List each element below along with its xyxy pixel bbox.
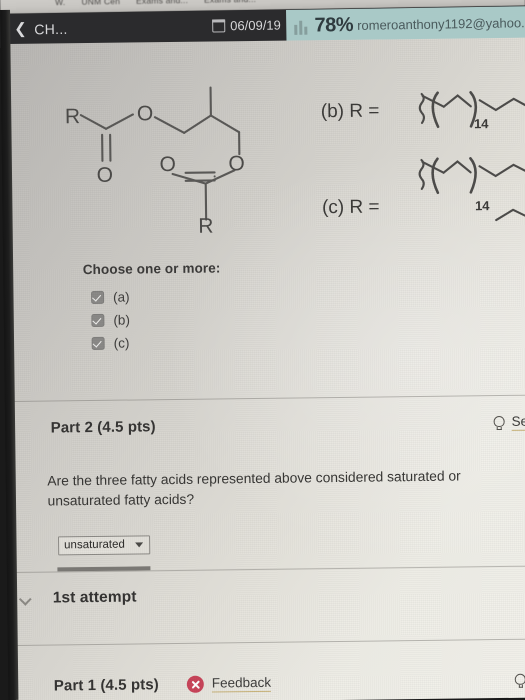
atom-label-O: O — [159, 153, 176, 176]
part-1-header: Part 1 (4.5 pts) Feedback See H — [16, 672, 525, 695]
chemical-structure-figure: R O O O O R (b) R = (c) R = 14 14 — [65, 86, 525, 238]
due-date-label: 06/09/19 — [230, 17, 281, 34]
chevron-down-icon[interactable] — [21, 593, 32, 604]
section-divider — [12, 394, 525, 402]
structure-c-subscript: 14 — [475, 198, 490, 213]
structure-b-label: (b) R = — [321, 100, 380, 122]
checkbox-label: (a) — [113, 289, 130, 305]
part-1-see-hint[interactable]: See H — [515, 671, 525, 689]
checkbox-option-a[interactable]: (a) — [91, 286, 130, 309]
section-divider — [15, 638, 525, 646]
due-date: 06/09/19 — [212, 17, 281, 33]
lightbulb-icon — [494, 415, 505, 429]
signal-bars-icon — [292, 18, 309, 35]
part-2-see-hint[interactable]: See Hin — [494, 413, 525, 431]
error-circle-icon — [186, 675, 204, 693]
breadcrumb[interactable]: CH... — [34, 21, 68, 38]
browser-tab[interactable]: Exams and... — [204, 0, 256, 5]
attempt-label: 1st attempt — [52, 588, 137, 607]
part-2-question: Are the three fatty acids represented ab… — [47, 468, 461, 509]
atom-label-R: R — [65, 105, 80, 128]
checkbox-checked-icon[interactable] — [91, 336, 105, 350]
browser-tab[interactable]: Exams and... — [136, 0, 188, 6]
browser-tab[interactable]: W. — [55, 0, 65, 7]
checkbox-label: (c) — [113, 335, 130, 351]
answer-dropdown-wrap: unsaturated — [58, 534, 150, 556]
checkbox-checked-icon[interactable] — [91, 313, 105, 328]
assignment-page: R O O O O R (b) R = (c) R = 14 14 Choose… — [8, 37, 525, 700]
structure-b-subscript: 14 — [474, 116, 489, 131]
photo-of-screen: W. UNM Cen Exams and... Exams and... ❮ C… — [0, 0, 525, 700]
atom-label-R: R — [198, 215, 213, 238]
part-1-title: Part 1 (4.5 pts) — [53, 676, 159, 695]
atom-label-O: O — [96, 164, 113, 187]
part-2-title: Part 2 (4.5 pts) — [50, 418, 156, 437]
atom-label-O: O — [137, 102, 154, 125]
structure-c-label: (c) R = — [322, 196, 380, 218]
battery-percent: 78% — [314, 13, 354, 37]
checkbox-option-b[interactable]: (b) — [91, 309, 130, 332]
answer-dropdown[interactable]: unsaturated — [58, 535, 150, 556]
calendar-icon — [212, 19, 226, 33]
answer-dropdown-value: unsaturated — [64, 538, 125, 552]
chevron-down-icon — [134, 541, 143, 547]
see-hint-label[interactable]: See Hin — [511, 413, 525, 431]
account-email: romeroanthony1192@yahoo.c — [357, 15, 525, 33]
attempt-row[interactable]: 1st attempt — [15, 584, 525, 608]
checkbox-label: (b) — [113, 312, 130, 328]
checkbox-group: (a) (b) (c) — [91, 286, 130, 355]
part-2-header: Part 2 (4.5 pts) See Hin — [13, 413, 525, 437]
feedback-label[interactable]: Feedback — [211, 674, 272, 693]
chevron-left-icon[interactable]: ❮ — [14, 20, 27, 37]
atom-label-O: O — [228, 152, 245, 175]
part-1-feedback[interactable]: Feedback — [186, 674, 272, 693]
checkbox-checked-icon[interactable] — [91, 290, 105, 305]
checkbox-option-c[interactable]: (c) — [91, 332, 131, 355]
browser-tab[interactable]: UNM Cen — [81, 0, 120, 7]
choose-prompt: Choose one or more: — [82, 260, 221, 278]
lightbulb-icon — [515, 673, 525, 687]
